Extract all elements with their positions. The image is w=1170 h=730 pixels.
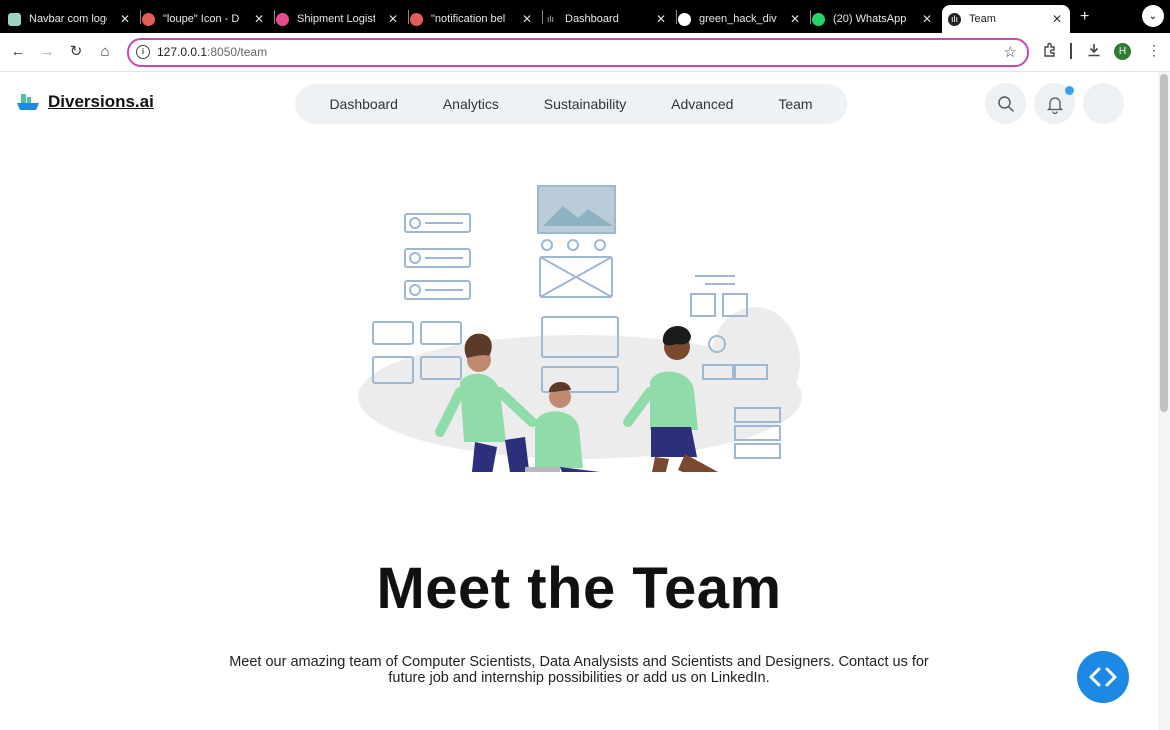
browser-tab-strip: Navbar com logo ✕ "loupe" Icon - D ✕ Shi… bbox=[0, 0, 1170, 33]
nav-item-team[interactable]: Team bbox=[778, 96, 812, 112]
url-text: 127.0.0.1:8050/team bbox=[157, 45, 268, 59]
close-icon[interactable]: ✕ bbox=[922, 12, 932, 26]
reload-icon[interactable]: ↻ bbox=[66, 41, 86, 61]
forward-icon[interactable]: → bbox=[37, 41, 57, 61]
app-favicon-icon: ılı bbox=[546, 14, 554, 24]
code-icon bbox=[1089, 667, 1117, 687]
nav-item-dashboard[interactable]: Dashboard bbox=[329, 96, 398, 112]
ship-logo-icon bbox=[17, 94, 39, 110]
home-icon[interactable]: ⌂ bbox=[95, 41, 115, 61]
brand-name: Diversions.ai bbox=[48, 92, 154, 111]
tab-title: Dashboard bbox=[565, 13, 619, 25]
nav-item-advanced[interactable]: Advanced bbox=[671, 96, 733, 112]
team-description: Meet our amazing team of Computer Scient… bbox=[220, 654, 938, 686]
tab-title: Team bbox=[969, 13, 996, 25]
code-toggle-button[interactable] bbox=[1077, 651, 1129, 703]
browser-tab[interactable]: "notification bel ✕ bbox=[410, 5, 540, 33]
close-icon[interactable]: ✕ bbox=[120, 12, 130, 26]
close-icon[interactable]: ✕ bbox=[1052, 12, 1062, 26]
dribbble-favicon-icon bbox=[276, 12, 289, 26]
page-content: Diversions.ai Dashboard Analytics Sustai… bbox=[0, 72, 1158, 730]
browser-tab[interactable]: (20) WhatsApp ✕ bbox=[812, 5, 940, 33]
main-navigation: Dashboard Analytics Sustainability Advan… bbox=[295, 84, 847, 124]
browser-menu-icon[interactable]: ⋮ bbox=[1147, 42, 1161, 59]
browser-tab[interactable]: "loupe" Icon - D ✕ bbox=[142, 5, 272, 33]
close-icon[interactable]: ✕ bbox=[388, 12, 398, 26]
tab-search-icon[interactable]: ⌄ bbox=[1142, 5, 1164, 27]
tab-title: Navbar com logo bbox=[29, 13, 107, 25]
address-bar[interactable]: i 127.0.0.1:8050/team ☆ bbox=[127, 38, 1029, 67]
brand-logo-link[interactable]: Diversions.ai bbox=[16, 92, 154, 112]
search-button[interactable] bbox=[985, 83, 1026, 124]
icon-site-favicon-icon bbox=[142, 12, 155, 26]
back-icon[interactable]: ← bbox=[8, 41, 28, 61]
close-icon[interactable]: ✕ bbox=[522, 12, 532, 26]
browser-tab[interactable]: Navbar com logo ✕ bbox=[8, 5, 138, 33]
browser-toolbar: ← → ↻ ⌂ i 127.0.0.1:8050/team ☆ H ⋮ bbox=[0, 33, 1170, 72]
scrollbar-thumb[interactable] bbox=[1160, 74, 1168, 412]
tab-title: (20) WhatsApp bbox=[833, 13, 907, 25]
close-icon[interactable]: ✕ bbox=[254, 12, 264, 26]
page-scrollbar[interactable] bbox=[1158, 72, 1170, 730]
site-info-icon[interactable]: i bbox=[136, 45, 150, 59]
tab-title: Shipment Logist bbox=[297, 13, 375, 25]
search-icon bbox=[997, 95, 1014, 112]
tab-title: "notification bel bbox=[431, 13, 506, 25]
notifications-button[interactable] bbox=[1034, 83, 1075, 124]
github-favicon-icon bbox=[678, 12, 691, 26]
description-line: future job and internship possibilities … bbox=[388, 670, 770, 686]
browser-tab[interactable]: ılı Dashboard ✕ bbox=[544, 5, 674, 33]
tab-title: "loupe" Icon - D bbox=[163, 13, 240, 25]
icon-site-favicon-icon bbox=[410, 12, 423, 26]
tab-title: green_hack_dive bbox=[699, 13, 777, 25]
page-title: Meet the Team bbox=[376, 556, 782, 621]
browser-tab-active[interactable]: ılı Team ✕ bbox=[942, 5, 1070, 33]
bell-icon bbox=[1046, 96, 1063, 114]
profile-avatar[interactable]: H bbox=[1114, 43, 1131, 60]
new-tab-icon[interactable]: + bbox=[1080, 8, 1089, 26]
team-illustration bbox=[358, 185, 802, 472]
description-line: Meet our amazing team of Computer Scient… bbox=[229, 654, 929, 670]
close-icon[interactable]: ✕ bbox=[656, 12, 666, 26]
extensions-icon[interactable] bbox=[1042, 42, 1058, 61]
user-avatar-button[interactable] bbox=[1083, 83, 1124, 124]
app-favicon-icon: ılı bbox=[948, 12, 961, 26]
download-icon[interactable] bbox=[1086, 42, 1102, 61]
close-icon[interactable]: ✕ bbox=[790, 12, 800, 26]
bookmark-star-icon[interactable]: ☆ bbox=[1004, 43, 1017, 61]
nav-item-analytics[interactable]: Analytics bbox=[443, 96, 499, 112]
browser-tab[interactable]: Shipment Logist ✕ bbox=[276, 5, 406, 33]
browser-tab[interactable]: green_hack_dive ✕ bbox=[678, 5, 808, 33]
whatsapp-favicon-icon bbox=[812, 12, 825, 26]
navbar-favicon-icon bbox=[8, 12, 21, 26]
notification-badge bbox=[1065, 86, 1074, 95]
nav-item-sustainability[interactable]: Sustainability bbox=[544, 96, 627, 112]
